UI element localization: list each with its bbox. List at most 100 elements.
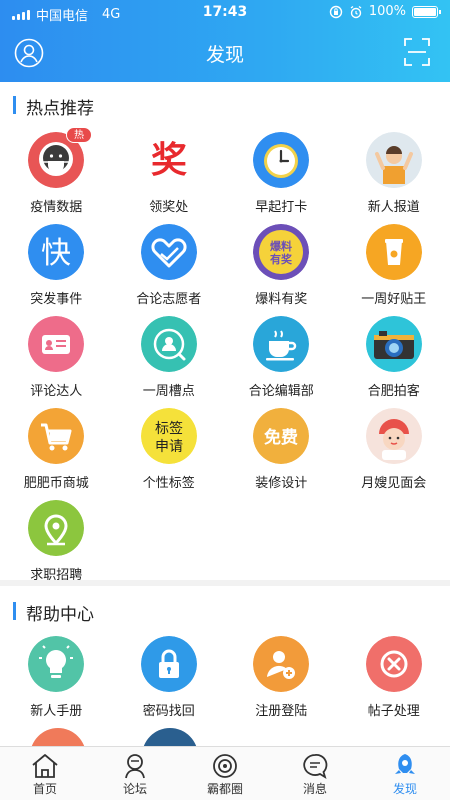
scan-button[interactable] xyxy=(404,38,430,66)
tab-discover[interactable]: 发现 xyxy=(360,747,450,800)
new-person-icon xyxy=(365,132,422,188)
help-section-header: 帮助中心 xyxy=(0,594,450,628)
help-grid: 新人手册 密码找回 注册登陆 帖子处理 xyxy=(0,636,450,728)
svg-text:快: 快 xyxy=(41,236,71,271)
clock-icon xyxy=(253,132,309,188)
bottom-tab-bar: 首页 论坛 霸都圈 消息 发现 xyxy=(0,746,450,800)
tile-breaking-news[interactable]: 快 突发事件 xyxy=(0,224,113,316)
tile-personal-tag[interactable]: 标签 申请 个性标签 xyxy=(113,408,226,500)
svg-text:奖: 奖 xyxy=(150,140,186,181)
nanny-icon xyxy=(365,408,422,464)
orientation-lock-icon xyxy=(329,5,343,18)
tile-comment-expert[interactable]: 评论达人 xyxy=(0,316,113,408)
tile-prize[interactable]: 奖 领奖处 xyxy=(113,132,226,224)
tile-label: 注册登陆 xyxy=(255,704,308,719)
circle-icon xyxy=(213,754,237,778)
tile-label: 早起打卡 xyxy=(255,200,308,215)
tile-nanny-meetup[interactable]: 月嫂见面会 xyxy=(338,408,450,500)
home-icon xyxy=(32,754,58,778)
tab-home[interactable]: 首页 xyxy=(0,747,90,800)
battery-percent: 100% xyxy=(368,4,406,19)
tile-epidemic-data[interactable]: 热 疫情数据 xyxy=(0,127,113,224)
tab-label: 消息 xyxy=(302,782,327,796)
tile-weekly-best-post[interactable]: 一周好贴王 xyxy=(338,224,450,316)
lightbulb-icon xyxy=(28,636,84,692)
kuai-icon: 快 xyxy=(28,224,84,280)
svg-text:有奖: 有奖 xyxy=(270,252,293,266)
hot-section-header: 热点推荐 xyxy=(0,88,450,122)
tile-label: 新人报道 xyxy=(367,200,420,215)
tile-label: 装修设计 xyxy=(255,476,308,491)
cart-icon xyxy=(28,408,84,464)
tile-coin-mall[interactable]: 肥肥币商城 xyxy=(0,408,113,500)
tile-label: 个性标签 xyxy=(142,476,195,491)
free-icon: 免费 xyxy=(253,408,309,464)
heart-hand-icon xyxy=(140,224,197,280)
tile-newbie-manual[interactable]: 新人手册 xyxy=(0,636,113,728)
tile-hefei-photographer[interactable]: 合肥拍客 xyxy=(338,316,450,408)
tile-weekly-complaints[interactable]: 一周槽点 xyxy=(113,316,226,408)
tile-label: 爆料有奖 xyxy=(255,292,308,307)
discover-icon xyxy=(395,754,415,774)
tag-text-icon: 标签 申请 xyxy=(140,408,197,464)
section-divider xyxy=(0,580,450,586)
battery-icon xyxy=(412,5,441,18)
scan-icon xyxy=(404,38,430,66)
prize-jiang-icon: 奖 xyxy=(140,132,197,188)
page-title: 发现 xyxy=(205,44,244,66)
tile-register-login[interactable]: 注册登陆 xyxy=(225,636,338,728)
hot-grid: 热 疫情数据 奖 领奖处 早起打卡 新人报道 快 突发事件 合论志愿者 爆料 有奖 xyxy=(0,127,450,592)
tile-label: 合论编辑部 xyxy=(248,384,314,399)
user-search-icon xyxy=(140,316,197,372)
tab-circle[interactable]: 霸都圈 xyxy=(180,747,270,800)
svg-text:申请: 申请 xyxy=(155,439,183,455)
tile-label: 月嫂见面会 xyxy=(361,476,427,491)
hot-badge: 热 xyxy=(66,127,92,143)
tab-forum[interactable]: 论坛 xyxy=(90,747,180,800)
tab-label: 首页 xyxy=(32,782,57,796)
tile-label: 帖子处理 xyxy=(367,704,420,719)
tile-job-recruit[interactable]: 求职招聘 xyxy=(0,500,113,592)
tile-decoration-design[interactable]: 免费 装修设计 xyxy=(225,408,338,500)
svg-text:免费: 免费 xyxy=(264,427,298,448)
tile-label: 突发事件 xyxy=(30,292,83,307)
alarm-icon xyxy=(350,5,362,18)
tile-newcomer-report[interactable]: 新人报道 xyxy=(338,132,450,224)
baoliao-icon: 爆料 有奖 xyxy=(253,224,309,280)
tile-password-recovery[interactable]: 密码找回 xyxy=(113,636,226,728)
app-header: 中国电信 4G 17:43 100% 发现 xyxy=(0,0,450,82)
tile-label: 一周好贴王 xyxy=(361,292,427,307)
user-add-icon xyxy=(253,636,309,692)
id-card-icon xyxy=(28,316,84,372)
message-icon xyxy=(303,754,328,779)
tile-label: 新人手册 xyxy=(30,704,83,719)
camera-icon xyxy=(365,316,422,372)
tile-label: 评论达人 xyxy=(30,384,83,399)
forum-icon xyxy=(125,754,145,779)
coffee-icon xyxy=(253,316,309,372)
svg-text:标签: 标签 xyxy=(155,420,183,437)
tile-post-handling[interactable]: 帖子处理 xyxy=(338,636,450,728)
tile-early-checkin[interactable]: 早起打卡 xyxy=(225,132,338,224)
tile-label: 疫情数据 xyxy=(30,200,83,215)
location-pin-icon xyxy=(28,500,84,556)
section-title: 帮助中心 xyxy=(26,605,94,625)
tile-label: 领奖处 xyxy=(149,200,189,215)
tile-label: 合肥拍客 xyxy=(367,384,420,399)
tile-editorial-dept[interactable]: 合论编辑部 xyxy=(225,316,338,408)
tile-label: 密码找回 xyxy=(142,704,195,719)
tile-tipoff-reward[interactable]: 爆料 有奖 爆料有奖 xyxy=(225,224,338,316)
tab-messages[interactable]: 消息 xyxy=(270,747,360,800)
tile-label: 一周槽点 xyxy=(142,384,195,399)
tile-label: 肥肥币商城 xyxy=(23,476,89,491)
cup-icon xyxy=(365,224,422,280)
tab-label: 发现 xyxy=(392,782,417,796)
status-bar: 中国电信 4G 17:43 100% xyxy=(0,0,450,26)
tab-label: 霸都圈 xyxy=(206,782,243,796)
svg-text:爆料: 爆料 xyxy=(270,239,292,253)
tile-volunteer[interactable]: 合论志愿者 xyxy=(113,224,226,316)
lock-icon xyxy=(140,636,197,692)
section-title: 热点推荐 xyxy=(26,99,94,119)
close-circle-icon xyxy=(365,636,422,692)
tile-label: 合论志愿者 xyxy=(136,292,202,307)
